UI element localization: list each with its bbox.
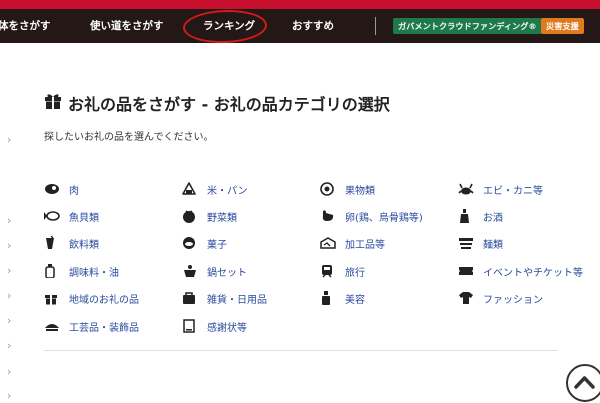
- category-crafts[interactable]: 工芸品・装飾品: [44, 318, 139, 334]
- nav-item-recommended[interactable]: おすすめ: [292, 9, 334, 43]
- drink-icon: [44, 236, 62, 250]
- category-seafood[interactable]: 魚貝類: [44, 208, 99, 224]
- category-shrimp-crab[interactable]: エビ・カニ等: [458, 181, 543, 197]
- gift-icon: [44, 92, 62, 114]
- sweets-icon: [182, 236, 200, 250]
- category-fruit[interactable]: 果物類: [320, 181, 375, 197]
- category-seasoning-oil[interactable]: 調味料・油: [44, 263, 119, 279]
- category-fashion[interactable]: ファッション: [458, 290, 543, 306]
- scroll-to-top-button[interactable]: [566, 364, 600, 402]
- category-goods-daily[interactable]: 雑貨・日用品: [182, 290, 267, 306]
- category-processed-food[interactable]: 加工品等: [320, 235, 385, 251]
- side-chevron-right-icon[interactable]: ›: [7, 215, 11, 226]
- bag-icon: [182, 291, 200, 305]
- side-chevron-right-icon[interactable]: ›: [7, 265, 11, 276]
- disaster-support-button[interactable]: 災害支援: [541, 18, 584, 34]
- onigiri-icon: [182, 182, 200, 196]
- top-accent-bar: [0, 0, 600, 9]
- tomato-icon: [182, 209, 200, 223]
- ticket-icon: [458, 264, 476, 278]
- category-rice-bread[interactable]: 米・パン: [182, 181, 248, 197]
- side-chevron-right-icon[interactable]: ›: [7, 390, 11, 401]
- crab-icon: [458, 182, 476, 196]
- category-local-gifts[interactable]: 地域のお礼の品: [44, 290, 139, 306]
- processed-food-icon: [320, 236, 338, 250]
- side-chevron-right-icon[interactable]: ›: [7, 315, 11, 326]
- nav-item-search-by-use[interactable]: 使い道をさがす: [90, 9, 164, 43]
- craft-icon: [44, 319, 62, 333]
- page-subtitle: 探したいお礼の品を選んでください。: [44, 132, 214, 143]
- hotpot-icon: [182, 264, 200, 278]
- side-chevron-right-icon[interactable]: ›: [7, 240, 11, 251]
- fruit-icon: [320, 182, 338, 196]
- government-crowdfunding-button[interactable]: ガバメントクラウドファンディング®: [393, 18, 542, 34]
- nav-item-search-by-body[interactable]: 体をさがす: [0, 9, 51, 43]
- chicken-icon: [320, 209, 338, 223]
- category-travel[interactable]: 旅行: [320, 263, 365, 279]
- category-sweets[interactable]: 菓子: [182, 235, 227, 251]
- cosmetics-icon: [320, 291, 338, 305]
- category-hotpot-set[interactable]: 鍋セット: [182, 263, 247, 279]
- chevron-up-icon: [574, 376, 595, 389]
- global-nav: 体をさがす 使い道をさがす ランキング おすすめ ガバメントクラウドファンディン…: [0, 9, 600, 43]
- section-divider: [44, 350, 558, 351]
- certificate-icon: [182, 319, 200, 333]
- side-chevron-right-icon[interactable]: ›: [7, 366, 11, 377]
- noodle-icon: [458, 236, 476, 250]
- category-drinks[interactable]: 飲料類: [44, 235, 99, 251]
- side-chevron-right-icon[interactable]: ›: [7, 340, 11, 351]
- side-chevron-right-icon[interactable]: ›: [7, 134, 11, 145]
- category-vegetables[interactable]: 野菜類: [182, 208, 237, 224]
- fish-icon: [44, 209, 62, 223]
- category-certificates[interactable]: 感謝状等: [182, 318, 247, 334]
- tshirt-icon: [458, 291, 476, 305]
- gift-icon: [44, 291, 62, 305]
- seasoning-icon: [44, 264, 62, 278]
- category-eggs[interactable]: 卵(鶏、烏骨鶏等): [320, 208, 423, 224]
- category-meat[interactable]: 肉: [44, 181, 79, 197]
- sake-icon: [458, 209, 476, 223]
- category-noodles[interactable]: 麺類: [458, 235, 503, 251]
- page-title-text: お礼の品をさがす - お礼の品カテゴリの選択: [68, 95, 390, 114]
- category-beauty[interactable]: 美容: [320, 290, 365, 306]
- nav-divider: [375, 17, 376, 35]
- meat-icon: [44, 182, 62, 196]
- category-events-tickets[interactable]: イベントやチケット等: [458, 263, 583, 279]
- side-chevron-right-icon[interactable]: ›: [7, 290, 11, 301]
- page-title: お礼の品をさがす - お礼の品カテゴリの選択: [44, 92, 390, 114]
- category-alcohol[interactable]: お酒: [458, 208, 503, 224]
- train-icon: [320, 264, 338, 278]
